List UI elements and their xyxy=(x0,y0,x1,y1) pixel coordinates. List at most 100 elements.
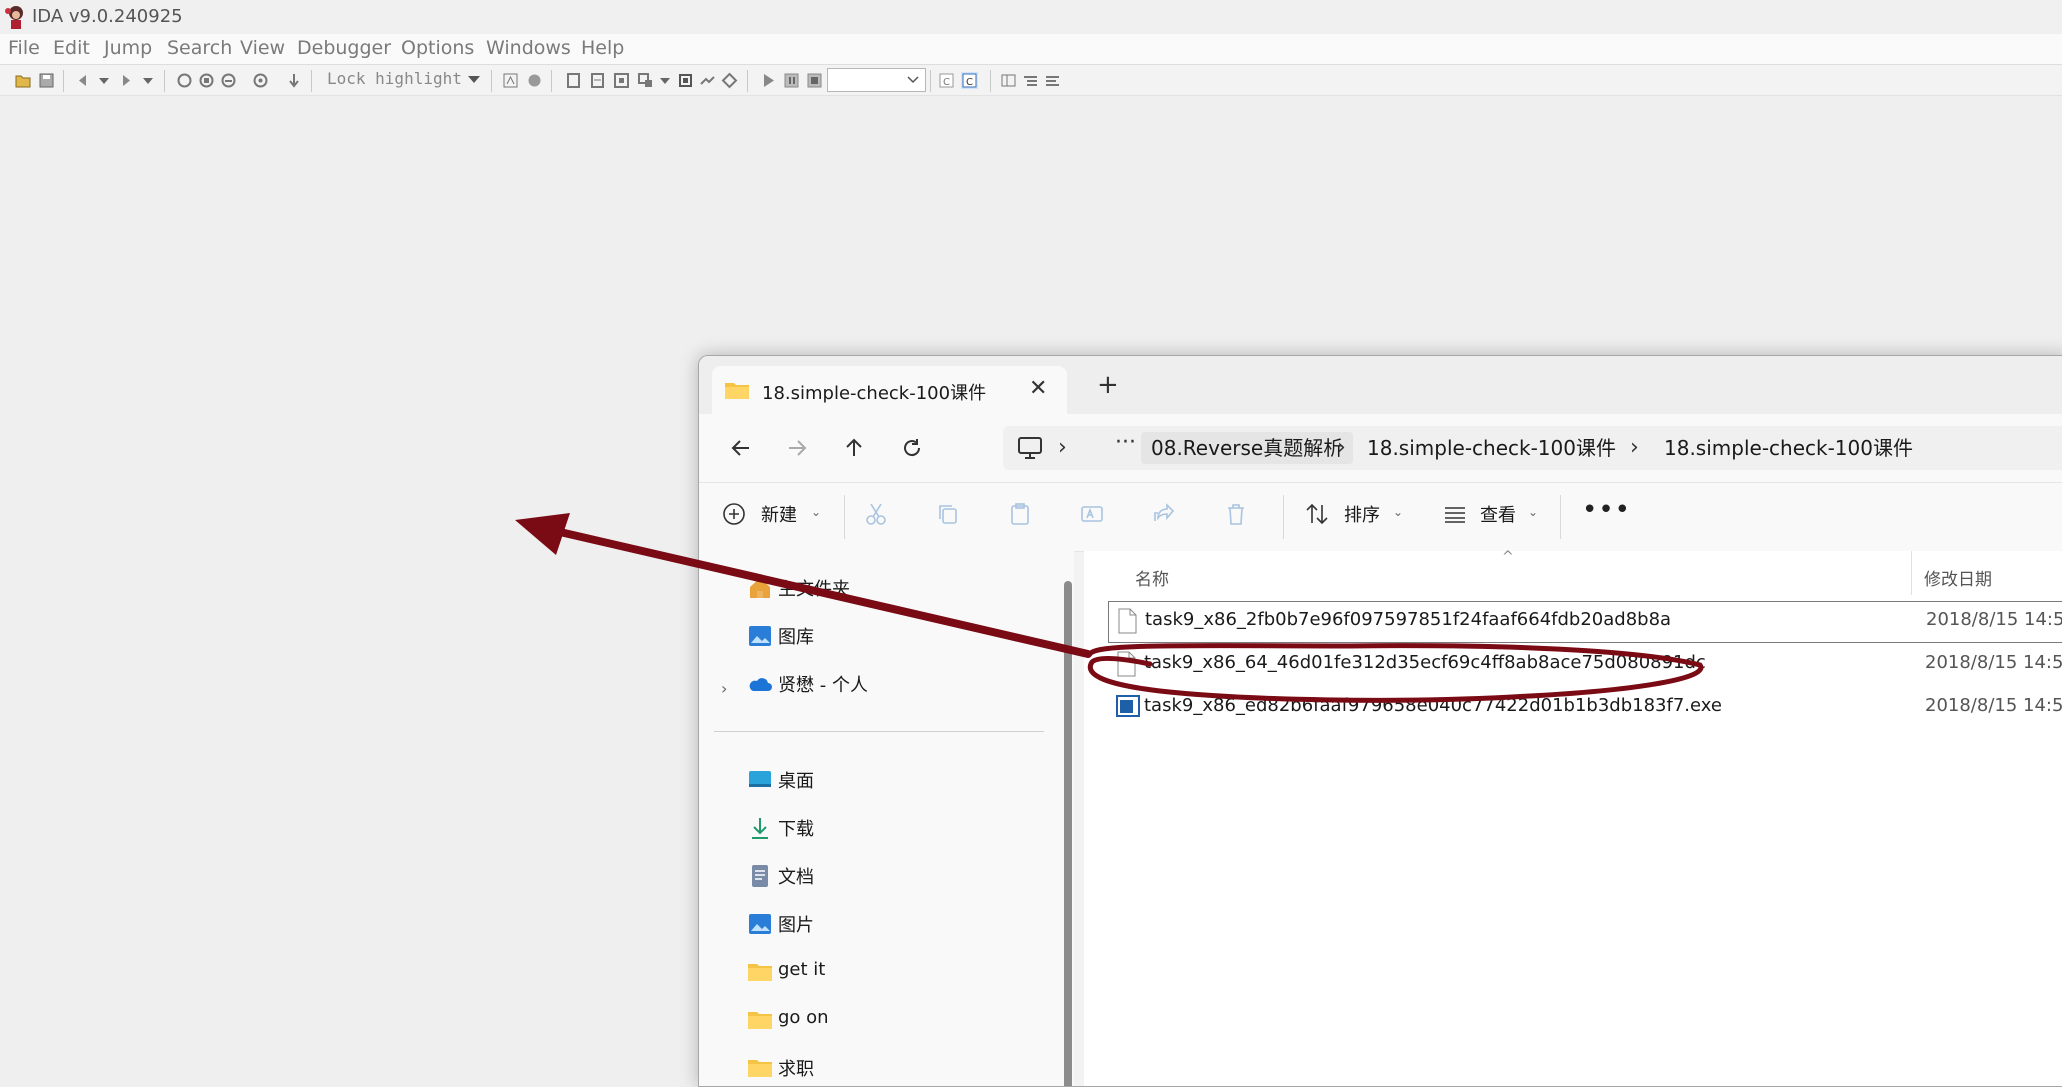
structures-icon[interactable] xyxy=(565,72,582,89)
forward-icon[interactable] xyxy=(118,72,135,89)
breadcrumb-item[interactable]: 08.Reverse真题解析 xyxy=(1141,432,1354,464)
undefine-icon[interactable] xyxy=(252,72,269,89)
chevron-down-icon[interactable]: ⌄ xyxy=(811,505,821,519)
back-arrow-icon[interactable] xyxy=(721,428,761,468)
nav-item-folder[interactable]: 求职 xyxy=(747,1051,1047,1086)
nav-item-downloads[interactable]: 下载 xyxy=(747,811,1100,851)
tab-current-folder[interactable]: 18.simple-check-100课件 ✕ xyxy=(712,366,1067,416)
paste-icon[interactable] xyxy=(1007,501,1033,527)
step-icon[interactable] xyxy=(286,72,303,89)
menu-view[interactable]: View xyxy=(240,37,285,59)
dropdown-arrow-icon[interactable] xyxy=(142,72,154,89)
nav-item-label: 求职 xyxy=(778,1059,814,1080)
copy-icon[interactable] xyxy=(935,501,961,527)
nav-item-pictures[interactable]: 图片 xyxy=(747,907,1100,947)
column-header-date[interactable]: 修改日期 xyxy=(1924,565,1992,590)
view-button[interactable]: 查看 xyxy=(1480,501,1516,527)
nav-item-label: 贤懋 - 个人 xyxy=(778,675,868,696)
back-icon[interactable] xyxy=(74,72,91,89)
new-button[interactable]: 新建 xyxy=(761,501,797,527)
menu-windows[interactable]: Windows xyxy=(486,37,571,59)
chevron-right-icon[interactable]: › xyxy=(1058,435,1067,460)
share-icon[interactable] xyxy=(1151,501,1177,527)
layout-icon[interactable] xyxy=(1000,72,1017,89)
segments-icon[interactable] xyxy=(677,72,694,89)
text-view-icon[interactable] xyxy=(502,72,519,89)
imports-icon[interactable] xyxy=(613,72,630,89)
menu-help[interactable]: Help xyxy=(581,37,624,59)
lock-highlight-arrow-icon[interactable] xyxy=(468,75,480,85)
exports-icon[interactable] xyxy=(637,72,654,89)
menu-file[interactable]: File xyxy=(8,37,40,59)
up-arrow-icon[interactable] xyxy=(834,428,874,468)
file-row[interactable]: task9_x86_64_46d01fe312d35ecf69c4ff8ab8a… xyxy=(1108,645,2062,685)
this-pc-icon xyxy=(1018,437,1042,459)
column-divider[interactable] xyxy=(1911,551,1912,595)
data-icon[interactable] xyxy=(198,72,215,89)
dropdown-arrow-icon[interactable] xyxy=(659,72,671,89)
signatures-icon[interactable] xyxy=(699,72,716,89)
start-debug-icon[interactable] xyxy=(760,72,777,89)
sort-button[interactable]: 排序 xyxy=(1344,501,1380,527)
menu-edit[interactable]: Edit xyxy=(53,37,90,59)
lock-highlight-dropdown[interactable]: Lock highlight xyxy=(327,69,462,88)
ida-toolbar: Lock highlight C C xyxy=(0,64,2062,96)
new-plus-icon[interactable] xyxy=(721,501,747,527)
delete-icon[interactable] xyxy=(1223,501,1249,527)
outline-icon[interactable] xyxy=(1022,72,1039,89)
cut-icon[interactable] xyxy=(863,501,889,527)
debugger-select[interactable] xyxy=(827,68,926,92)
menu-debugger[interactable]: Debugger xyxy=(297,37,391,59)
ida-title-bar: IDA v9.0.240925 xyxy=(0,0,2062,34)
expand-chevron-icon[interactable]: › xyxy=(721,679,727,698)
chevron-down-icon[interactable]: ⌄ xyxy=(1393,505,1403,519)
code-icon[interactable] xyxy=(176,72,193,89)
nav-item-gallery[interactable]: 图库 xyxy=(747,619,1047,659)
address-bar[interactable]: › ··· 08.Reverse真题解析 › 18.simple-check-1… xyxy=(1003,426,2062,470)
file-row[interactable]: task9_x86_2fb0b7e96f097597851f24faaf664f… xyxy=(1108,601,2062,643)
nav-item-desktop[interactable]: 桌面 xyxy=(747,763,1100,803)
sort-icon[interactable] xyxy=(1304,501,1330,527)
chevron-down-icon[interactable]: ⌄ xyxy=(1528,505,1538,519)
menu-jump[interactable]: Jump xyxy=(104,37,152,59)
chevron-right-icon[interactable]: › xyxy=(1337,435,1346,460)
chevron-right-icon[interactable]: › xyxy=(1630,435,1639,460)
onedrive-icon xyxy=(749,678,772,691)
refresh-icon[interactable] xyxy=(892,428,932,468)
breadcrumb-item[interactable]: 18.simple-check-100课件 xyxy=(1367,432,1616,464)
new-tab-button[interactable]: + xyxy=(1097,370,1119,400)
tab-title: 18.simple-check-100课件 xyxy=(762,383,987,404)
pseudocode-c-icon[interactable]: C xyxy=(938,72,955,89)
rename-icon[interactable] xyxy=(1079,501,1105,527)
problems-icon[interactable] xyxy=(721,72,738,89)
close-icon[interactable]: ✕ xyxy=(1029,376,1047,401)
forward-arrow-icon[interactable] xyxy=(777,428,817,468)
nav-scrollbar[interactable] xyxy=(1064,581,1072,1086)
enums-icon[interactable] xyxy=(589,72,606,89)
document-icon xyxy=(752,865,768,887)
nav-item-onedrive[interactable]: 贤懋 - 个人 xyxy=(747,667,1047,707)
pause-debug-icon[interactable] xyxy=(783,72,800,89)
hexrays-c-icon[interactable]: C xyxy=(961,72,978,89)
menu-options[interactable]: Options xyxy=(401,37,474,59)
nav-item-folder[interactable]: go on xyxy=(747,1003,1100,1043)
graph-view-icon[interactable] xyxy=(526,72,543,89)
gallery-icon xyxy=(749,626,771,646)
open-icon[interactable] xyxy=(15,72,32,89)
stop-debug-icon[interactable] xyxy=(806,72,823,89)
nav-item-documents[interactable]: 文档 xyxy=(747,859,1100,899)
nav-item-folder[interactable]: get it xyxy=(747,955,1100,995)
save-icon[interactable] xyxy=(38,72,55,89)
string-icon[interactable] xyxy=(220,72,237,89)
list-icon[interactable] xyxy=(1044,72,1061,89)
breadcrumb-item[interactable]: 18.simple-check-100课件 xyxy=(1664,432,1913,464)
file-row[interactable]: task9_x86_ed82b6faaf979658e040c77422d01b… xyxy=(1108,688,2062,728)
more-locations-button[interactable]: ··· xyxy=(1115,430,1136,455)
view-icon[interactable] xyxy=(1442,501,1468,527)
more-options-icon[interactable]: ••• xyxy=(1582,495,1631,525)
dropdown-arrow-icon[interactable] xyxy=(98,72,110,89)
pictures-icon xyxy=(749,914,771,934)
menu-search[interactable]: Search xyxy=(167,37,232,59)
nav-item-home[interactable]: 主文件夹 xyxy=(747,571,1047,611)
column-header-name[interactable]: 名称 xyxy=(1135,565,1169,590)
